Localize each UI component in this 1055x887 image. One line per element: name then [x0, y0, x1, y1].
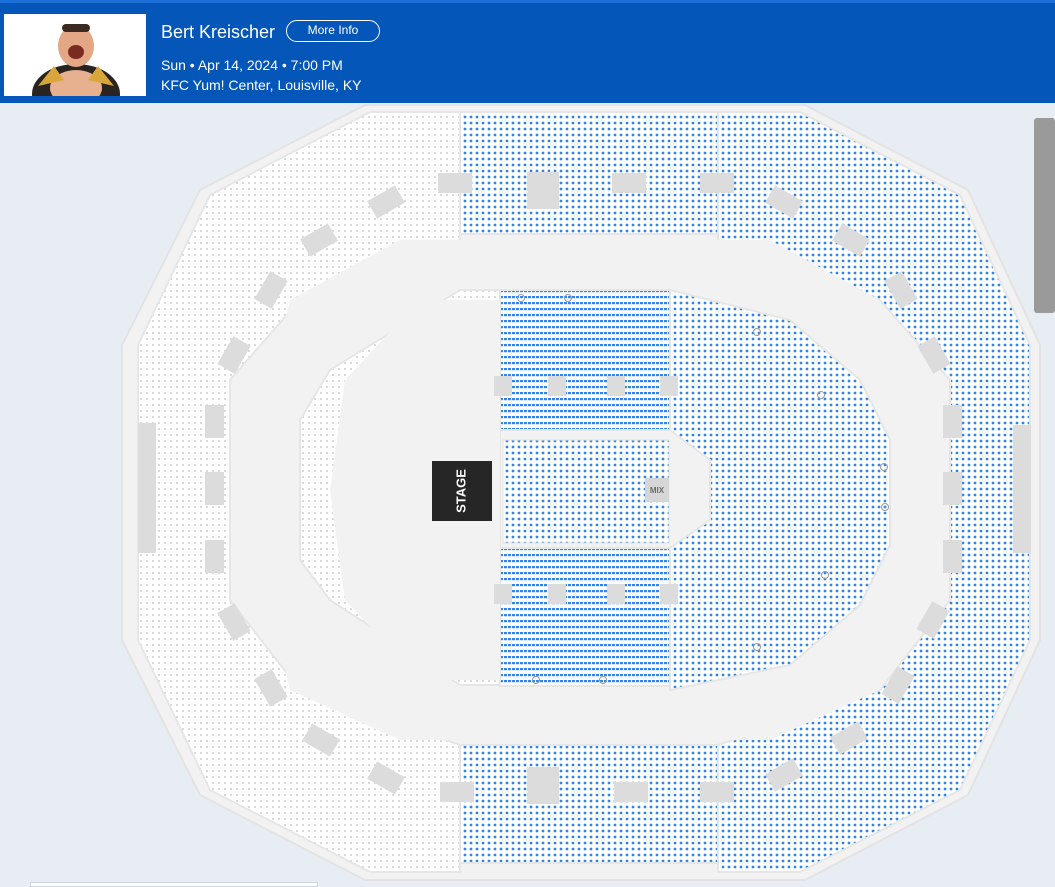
upper-bowl-top-center: [459, 111, 719, 235]
more-info-button[interactable]: More Info: [286, 20, 380, 42]
lower-bowl-bottom-center: [499, 547, 671, 687]
event-date-time: Sun • Apr 14, 2024 • 7:00 PM: [161, 57, 343, 73]
floor-seating: [502, 439, 670, 544]
mix-label: MIX: [650, 486, 665, 495]
seat-map[interactable]: STAGE MIX: [0, 103, 1055, 887]
lower-bowl-top-center: [499, 289, 671, 431]
bottom-panel-edge: [30, 882, 318, 887]
map-scrollbar[interactable]: [1034, 118, 1055, 313]
event-venue: KFC Yum! Center, Louisville, KY: [161, 77, 362, 93]
event-header: Bert Kreischer More Info Sun • Apr 14, 2…: [0, 0, 1055, 103]
event-thumbnail: [4, 14, 146, 96]
upper-bowl-bottom-center: [459, 744, 719, 864]
stage-label: STAGE: [453, 469, 468, 513]
event-title: Bert Kreischer: [161, 22, 276, 42]
